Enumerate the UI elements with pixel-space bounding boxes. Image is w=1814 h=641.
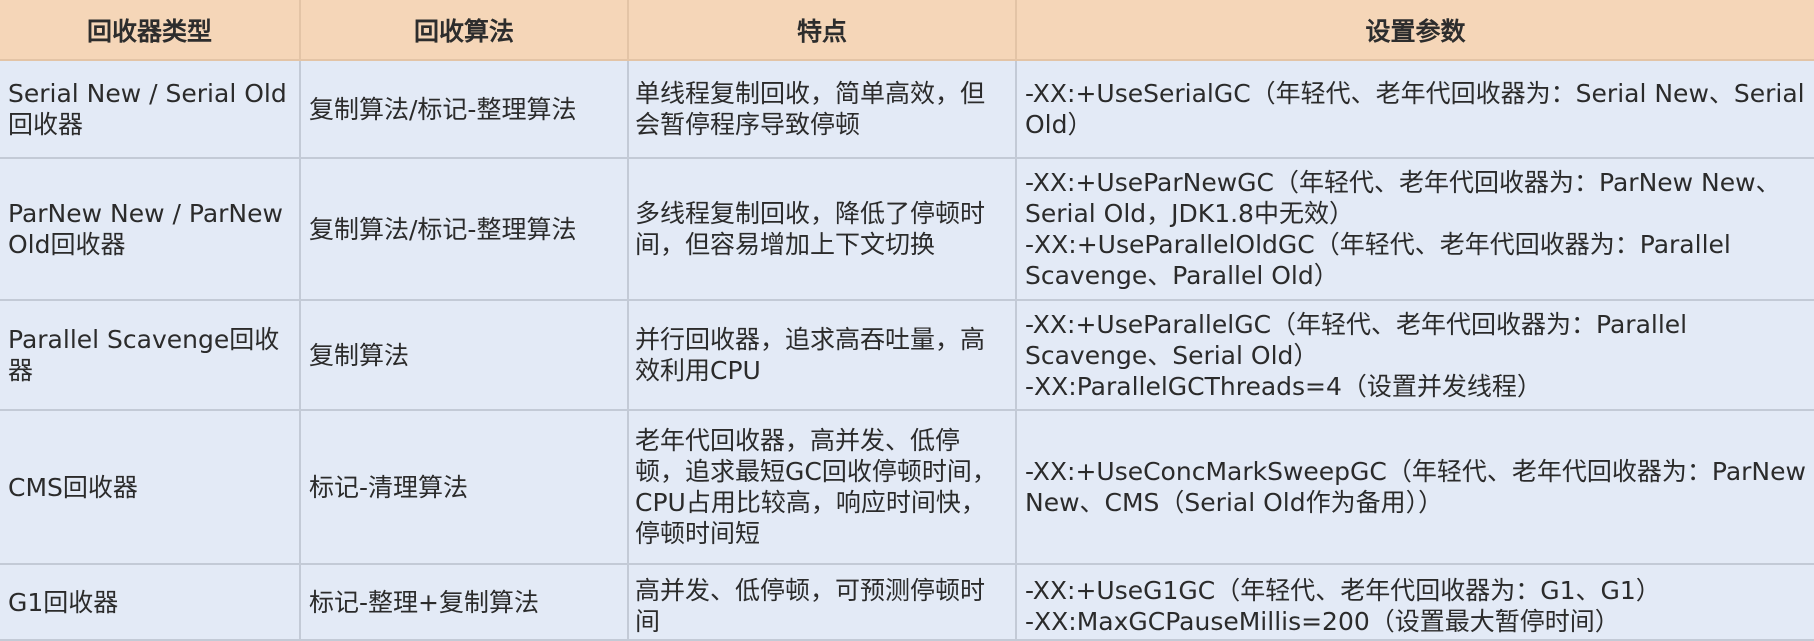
cell-algorithm: 复制算法/标记-整理算法 [299, 59, 629, 159]
header-feature: 特点 [627, 0, 1017, 61]
cell-feature: 老年代回收器，高并发、低停顿，追求最短GC回收停顿时间，CPU占用比较高，响应时… [627, 409, 1017, 565]
cell-algorithm: 标记-整理+复制算法 [299, 563, 629, 641]
cell-feature: 单线程复制回收，简单高效，但会暂停程序导致停顿 [627, 59, 1017, 159]
cell-feature: 并行回收器，追求高吞吐量，高效利用CPU [627, 299, 1017, 411]
cell-feature: 多线程复制回收，降低了停顿时间，但容易增加上下文切换 [627, 157, 1017, 301]
cell-algorithm: 复制算法 [299, 299, 629, 411]
cell-collector-name: Serial New / Serial Old回收器 [0, 59, 301, 159]
table-row: ParNew New / ParNew Old回收器 复制算法/标记-整理算法 … [0, 157, 1814, 301]
cell-feature: 高并发、低停顿，可预测停顿时间 [627, 563, 1017, 641]
header-algorithm: 回收算法 [299, 0, 629, 61]
cell-collector-name: ParNew New / ParNew Old回收器 [0, 157, 301, 301]
header-setting: 设置参数 [1015, 0, 1814, 61]
table-header: 回收器类型 回收算法 特点 设置参数 [0, 0, 1814, 61]
cell-collector-name: CMS回收器 [0, 409, 301, 565]
cell-setting: -XX:+UseParallelGC（年轻代、老年代回收器为：Parallel … [1015, 299, 1814, 411]
header-collector-type: 回收器类型 [0, 0, 301, 61]
table-row: G1回收器 标记-整理+复制算法 高并发、低停顿，可预测停顿时间 -XX:+Us… [0, 563, 1814, 641]
cell-collector-name: G1回收器 [0, 563, 301, 641]
table-row: Serial New / Serial Old回收器 复制算法/标记-整理算法 … [0, 59, 1814, 159]
table-body: Serial New / Serial Old回收器 复制算法/标记-整理算法 … [0, 59, 1814, 641]
cell-setting: -XX:+UseG1GC（年轻代、老年代回收器为：G1、G1） -XX:MaxG… [1015, 563, 1814, 641]
header-row: 回收器类型 回收算法 特点 设置参数 [0, 0, 1814, 61]
cell-setting: -XX:+UseConcMarkSweepGC（年轻代、老年代回收器为：ParN… [1015, 409, 1814, 565]
cell-setting: -XX:+UseSerialGC（年轻代、老年代回收器为：Serial New、… [1015, 59, 1814, 159]
table-row: CMS回收器 标记-清理算法 老年代回收器，高并发、低停顿，追求最短GC回收停顿… [0, 409, 1814, 565]
cell-algorithm: 标记-清理算法 [299, 409, 629, 565]
cell-setting: -XX:+UseParNewGC（年轻代、老年代回收器为：ParNew New、… [1015, 157, 1814, 301]
cell-collector-name: Parallel Scavenge回收器 [0, 299, 301, 411]
gc-collector-table: 回收器类型 回收算法 特点 设置参数 Serial New / Serial O… [0, 0, 1814, 641]
cell-algorithm: 复制算法/标记-整理算法 [299, 157, 629, 301]
table-row: Parallel Scavenge回收器 复制算法 并行回收器，追求高吞吐量，高… [0, 299, 1814, 411]
